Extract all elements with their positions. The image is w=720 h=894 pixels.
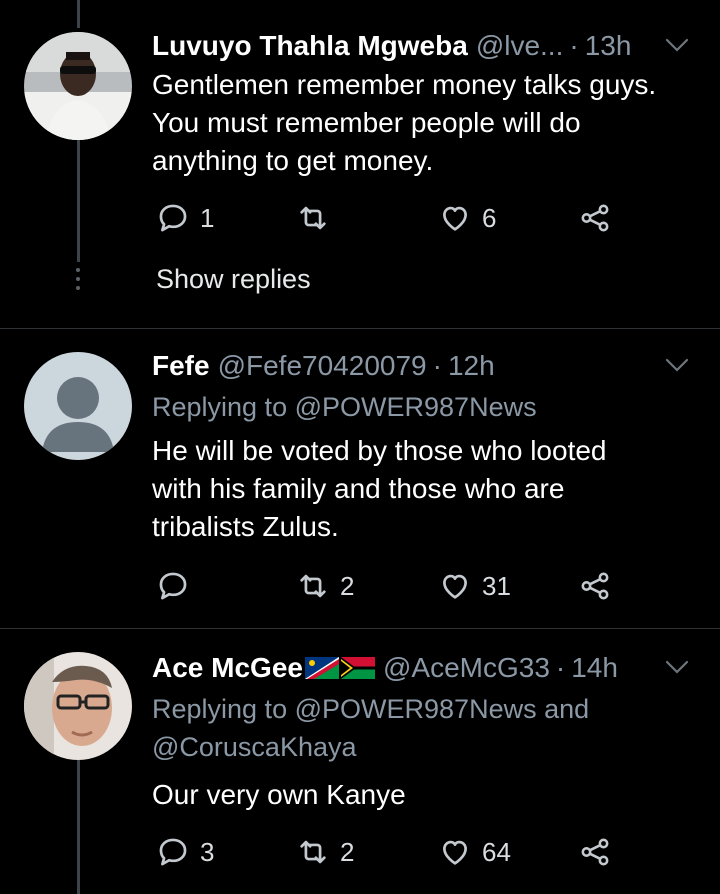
heart-icon [443, 206, 467, 231]
tweet-text-line: tribalists Zulus. [152, 511, 339, 542]
heart-icon [443, 574, 467, 599]
retweet-icon [300, 840, 326, 864]
share-icon [581, 204, 609, 232]
tweet-text-line: You must remember people will do [152, 107, 581, 138]
separator-dot: · [569, 30, 579, 61]
namibia-flag-icon [304, 657, 339, 679]
retweet-button[interactable]: 2 [296, 832, 354, 872]
reply-count: 1 [200, 202, 215, 233]
tweet-text-line: with his family and those who are [152, 473, 565, 504]
action-bar: 3 2 64 [152, 832, 622, 872]
reply-icon [159, 204, 187, 232]
retweet-count: 2 [340, 570, 355, 601]
tweet-text-line: Gentlemen remember money talks guys. [152, 69, 657, 100]
chevron-down-icon[interactable] [664, 34, 690, 56]
handle[interactable]: @AceMcG33 [383, 652, 550, 684]
tweet-header: Fefe @Fefe70420079 · 12h [152, 348, 690, 384]
separator-dot: · [555, 652, 566, 683]
avatar[interactable] [24, 32, 132, 140]
reply-icon [159, 838, 187, 866]
timestamp[interactable]: 13h [585, 30, 632, 62]
avatar[interactable] [24, 352, 132, 460]
action-bar: 1 6 [152, 198, 622, 238]
like-button[interactable]: 64 [438, 832, 511, 872]
reply-count: 3 [200, 836, 215, 867]
handle[interactable]: @Fefe70420079 [218, 350, 427, 382]
like-button[interactable]: 6 [438, 198, 496, 238]
thread-line-top [77, 0, 80, 28]
action-bar: 2 31 [152, 566, 622, 606]
reply-button[interactable] [156, 566, 200, 606]
divider [0, 628, 720, 629]
display-name[interactable]: Luvuyo Thahla Mgweba [152, 30, 468, 62]
show-replies-link[interactable]: Show replies [156, 264, 311, 295]
tweet-text: He will be voted by those who looted wit… [152, 432, 700, 546]
timestamp[interactable]: 12h [448, 350, 495, 382]
like-count: 6 [482, 202, 497, 233]
mention-link[interactable]: @CoruscaKhaya [152, 728, 589, 766]
chevron-down-icon[interactable] [664, 656, 690, 678]
reply-button[interactable]: 1 [156, 198, 214, 238]
timestamp[interactable]: 14h [571, 652, 618, 684]
divider [0, 328, 720, 329]
share-icon [581, 838, 609, 866]
thread-line-1 [77, 140, 80, 262]
replying-to: Replying to @POWER987News and @CoruscaKh… [152, 690, 589, 766]
tweet-text: Gentlemen remember money talks guys. You… [152, 66, 700, 180]
retweet-icon [300, 574, 326, 598]
vanuatu-flag-icon [340, 657, 375, 679]
mention-link[interactable]: @POWER987News [295, 392, 537, 422]
retweet-button[interactable]: 2 [296, 566, 354, 606]
avatar[interactable] [24, 652, 132, 760]
heart-icon [443, 840, 467, 865]
share-icon [581, 572, 609, 600]
handle[interactable]: @lve... [476, 30, 564, 62]
reply-icon [159, 572, 187, 600]
chevron-down-icon[interactable] [664, 354, 690, 376]
like-count: 31 [482, 570, 511, 601]
display-name[interactable]: Fefe [152, 350, 210, 382]
tweet-header: Luvuyo Thahla Mgweba @lve... · 13h [152, 28, 690, 64]
tweet-header: Ace McGee @AceMcG33 · 14h [152, 650, 690, 686]
retweet-icon [300, 206, 326, 230]
separator-dot: · [432, 350, 442, 381]
tweet-text: Our very own Kanye [152, 776, 700, 814]
retweet-count: 2 [340, 836, 355, 867]
tweet-text-line: anything to get money. [152, 145, 434, 176]
like-count: 64 [482, 836, 511, 867]
replying-to: Replying to @POWER987News [152, 388, 537, 426]
retweet-button[interactable] [296, 198, 340, 238]
tweet-text-line: He will be voted by those who looted [152, 435, 607, 466]
replying-to-label: Replying to [152, 392, 288, 422]
replying-to-label: Replying to [152, 694, 288, 724]
display-name[interactable]: Ace McGee [152, 652, 303, 684]
reply-button[interactable]: 3 [156, 832, 214, 872]
thread-line-3 [77, 760, 80, 894]
tweet-text-line: Our very own Kanye [152, 779, 406, 810]
thread-dots [73, 268, 83, 298]
mention-link[interactable]: @POWER987News and [295, 694, 590, 724]
share-button[interactable] [578, 832, 612, 872]
share-button[interactable] [578, 566, 612, 606]
share-button[interactable] [578, 198, 612, 238]
like-button[interactable]: 31 [438, 566, 511, 606]
